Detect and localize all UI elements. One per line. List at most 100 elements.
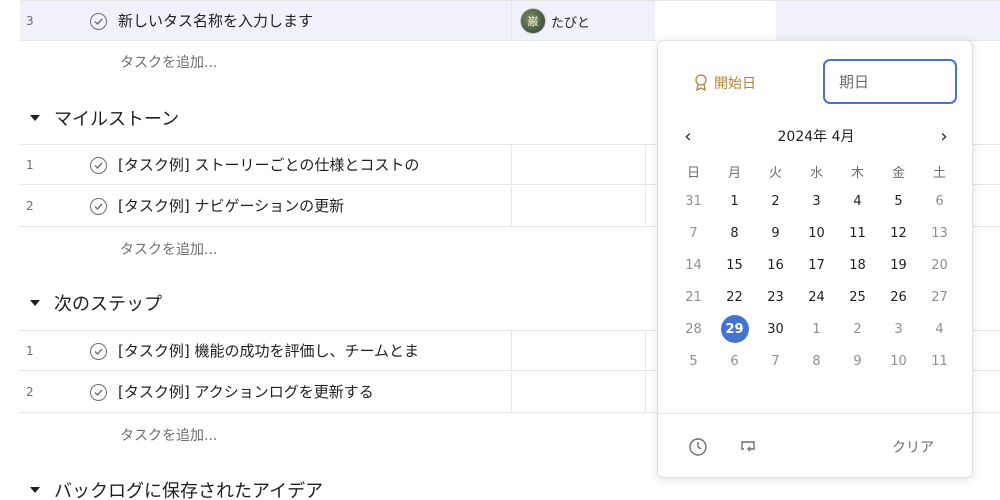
task-number: 2: [26, 199, 34, 213]
weekday-label: 日: [686, 165, 700, 181]
calendar-day[interactable]: 5: [673, 345, 714, 377]
calendar-day[interactable]: 7: [673, 217, 714, 249]
caret-down-icon[interactable]: [30, 487, 40, 493]
calendar-week: 5 6 7 8 9 10 11: [673, 345, 960, 377]
calendar-day[interactable]: 2: [755, 185, 796, 217]
weekday-label: 火: [768, 165, 782, 181]
calendar-day[interactable]: 14: [673, 249, 714, 281]
weekday-label: 木: [850, 165, 864, 181]
calendar-day[interactable]: 24: [796, 281, 837, 313]
weekday-label: 土: [932, 165, 946, 181]
calendar-day[interactable]: 6: [714, 345, 755, 377]
weekday-label: 金: [891, 165, 905, 181]
calendar-day[interactable]: 20: [919, 249, 960, 281]
chevron-left-icon[interactable]: ‹: [676, 125, 700, 149]
section-title: マイルストーン: [54, 109, 180, 130]
month-navigation: 2024年 4月 ‹ ›: [658, 125, 974, 149]
repeat-icon[interactable]: [738, 437, 758, 457]
calendar-day[interactable]: 19: [878, 249, 919, 281]
month-label: 2024年 4月: [777, 129, 855, 145]
calendar-day[interactable]: 13: [919, 217, 960, 249]
calendar-day[interactable]: 23: [755, 281, 796, 313]
calendar-day[interactable]: 3: [796, 185, 837, 217]
add-task-link[interactable]: タスクを追加...: [120, 52, 217, 72]
calendar-day[interactable]: 2: [837, 313, 878, 345]
task-row[interactable]: 3 新しいタス名称を入力します 巌 たびと: [20, 0, 1000, 41]
section-header-backlog[interactable]: バックログに保存されたアイデア: [30, 477, 323, 500]
calendar-day[interactable]: 11: [837, 217, 878, 249]
calendar-day[interactable]: 11: [919, 345, 960, 377]
chevron-right-icon[interactable]: ›: [932, 125, 956, 149]
column-divider: [645, 331, 646, 371]
calendar-day[interactable]: 18: [837, 249, 878, 281]
section-header-milestones[interactable]: マイルストーン: [30, 105, 179, 131]
calendar-day[interactable]: 31: [673, 185, 714, 217]
calendar-week: 7 8 9 10 11 12 13: [673, 217, 960, 249]
assignee-name: たびと: [551, 15, 591, 31]
calendar-day[interactable]: 7: [755, 345, 796, 377]
calendar-day[interactable]: 9: [755, 217, 796, 249]
calendar-day[interactable]: 8: [714, 217, 755, 249]
calendar-day[interactable]: 8: [796, 345, 837, 377]
section-header-next-steps[interactable]: 次のステップ: [30, 290, 162, 316]
column-divider: [511, 186, 512, 226]
calendar-day[interactable]: 3: [878, 313, 919, 345]
calendar-day[interactable]: 26: [878, 281, 919, 313]
calendar-day[interactable]: 21: [673, 281, 714, 313]
add-task-link[interactable]: タスクを追加...: [120, 425, 217, 445]
calendar-day[interactable]: 17: [796, 249, 837, 281]
task-number: 3: [26, 14, 34, 28]
clear-button[interactable]: クリア: [892, 437, 934, 457]
column-divider: [645, 145, 646, 185]
complete-check-icon[interactable]: [90, 198, 107, 215]
calendar-day[interactable]: 29: [714, 313, 755, 345]
task-name[interactable]: [タスク例] ナビゲーションの更新: [118, 186, 428, 227]
caret-down-icon[interactable]: [30, 300, 40, 306]
calendar-day[interactable]: 9: [837, 345, 878, 377]
calendar-day[interactable]: 5: [878, 185, 919, 217]
calendar-day[interactable]: 28: [673, 313, 714, 345]
task-name[interactable]: [タスク例] ストーリーごとの仕様とコストの: [118, 145, 428, 186]
calendar-day[interactable]: 22: [714, 281, 755, 313]
start-date-label: 開始日: [714, 76, 756, 92]
column-divider: [511, 145, 512, 185]
start-date-button[interactable]: 開始日: [694, 73, 756, 93]
calendar-day[interactable]: 12: [878, 217, 919, 249]
due-date-input[interactable]: [823, 59, 957, 104]
calendar-day[interactable]: 25: [837, 281, 878, 313]
calendar-day[interactable]: 4: [837, 185, 878, 217]
task-number: 2: [26, 385, 34, 399]
complete-check-icon[interactable]: [90, 13, 107, 30]
calendar-day[interactable]: 6: [919, 185, 960, 217]
due-date-cell[interactable]: [655, 1, 776, 41]
selected-day: 29: [720, 315, 749, 343]
section-title: バックログに保存されたアイデア: [54, 481, 324, 500]
section-title: 次のステップ: [54, 294, 162, 315]
column-divider: [511, 1, 512, 41]
calendar-day[interactable]: 15: [714, 249, 755, 281]
assignee[interactable]: 巌 たびと: [520, 7, 590, 35]
calendar-day[interactable]: 1: [714, 185, 755, 217]
complete-check-icon[interactable]: [90, 157, 107, 174]
task-name[interactable]: [タスク例] アクションログを更新する: [118, 372, 428, 413]
calendar-day[interactable]: 27: [919, 281, 960, 313]
add-task-link[interactable]: タスクを追加...: [120, 239, 217, 259]
calendar-day[interactable]: 4: [919, 313, 960, 345]
column-divider: [645, 186, 646, 226]
calendar-day[interactable]: 16: [755, 249, 796, 281]
calendar-day[interactable]: 10: [878, 345, 919, 377]
award-icon: [695, 74, 707, 92]
calendar-day[interactable]: 10: [796, 217, 837, 249]
complete-check-icon[interactable]: [90, 384, 107, 401]
task-name[interactable]: [タスク例] 機能の成功を評価し、チームとま: [118, 331, 428, 372]
caret-down-icon[interactable]: [30, 115, 40, 121]
calendar-week: 31 1 2 3 4 5 6: [673, 185, 960, 217]
weekday-label: 月: [727, 165, 741, 181]
calendar-week: 28 29 30 1 2 3 4: [673, 313, 960, 345]
calendar-day[interactable]: 1: [796, 313, 837, 345]
calendar-day[interactable]: 30: [755, 313, 796, 345]
task-name[interactable]: 新しいタス名称を入力します: [118, 1, 428, 42]
clock-icon[interactable]: [688, 437, 708, 457]
task-number: 1: [26, 344, 34, 358]
complete-check-icon[interactable]: [90, 343, 107, 360]
